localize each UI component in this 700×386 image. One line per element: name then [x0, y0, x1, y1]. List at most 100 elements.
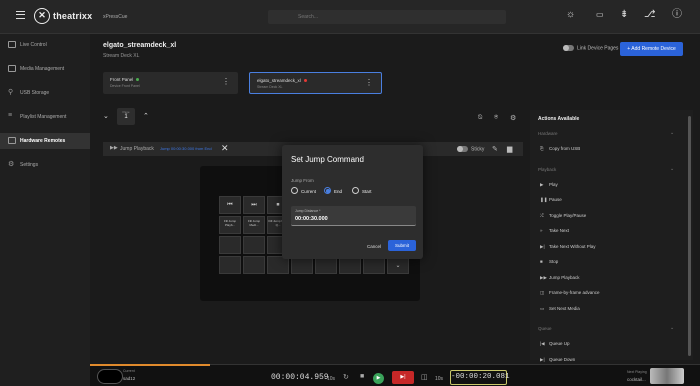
- sidebar-item-label: Media Management: [20, 66, 65, 72]
- link-off-icon[interactable]: ⍉: [478, 114, 482, 122]
- radio-label: End: [334, 188, 343, 194]
- radio-end[interactable]: [324, 187, 331, 194]
- take-next-button[interactable]: ▶|: [392, 371, 414, 384]
- step-back-10s-button[interactable]: 10s: [327, 376, 335, 382]
- stream-deck-key[interactable]: [243, 236, 265, 254]
- remote-icon: [8, 137, 16, 144]
- action-item[interactable]: ■ Stop: [540, 259, 558, 264]
- radio-start[interactable]: [352, 187, 359, 194]
- action-label: Pause: [549, 197, 562, 202]
- stream-deck-key[interactable]: Fill Jump Medi...: [243, 216, 265, 234]
- close-icon[interactable]: ✕: [221, 143, 229, 154]
- action-item[interactable]: ▶ Play: [540, 182, 558, 188]
- sidebar-item-hardware-remotes[interactable]: Hardware Remotes: [0, 133, 90, 149]
- link-icon[interactable]: ⍟: [494, 114, 498, 122]
- cancel-button[interactable]: Cancel: [362, 241, 387, 252]
- action-label: Take Next Without Play: [549, 243, 596, 249]
- actions-panel-title: Actions Available: [538, 116, 580, 122]
- link-device-pages-toggle[interactable]: Link Device Pages: [563, 45, 618, 51]
- category-queue[interactable]: Queue: [538, 326, 552, 331]
- page-selector[interactable]: Page 1: [117, 108, 135, 125]
- stop-icon[interactable]: ■: [360, 373, 364, 380]
- page-down-chevron-icon[interactable]: ⌄: [103, 112, 109, 120]
- hamburger-menu-icon[interactable]: [16, 11, 25, 19]
- action-item[interactable]: ▶▶ Jump Playback: [540, 275, 580, 281]
- key-icon: ⏭: [251, 202, 257, 208]
- edit-icon[interactable]: ✎: [492, 145, 498, 153]
- action-label: Play: [549, 181, 558, 187]
- link-pages-label: Link Device Pages: [577, 45, 619, 52]
- stream-deck-key[interactable]: [219, 256, 241, 274]
- sidebar-item-playlist-management[interactable]: ≡ Playlist Management: [0, 109, 90, 125]
- panel-card-streamdeck[interactable]: elgato_streamdeck_xl Stream Deck XL ⋮: [249, 72, 382, 94]
- stream-deck-key[interactable]: [243, 256, 265, 274]
- dialog-title: Set Jump Command: [291, 155, 364, 164]
- frame-advance-icon[interactable]: ◫: [421, 373, 428, 381]
- monitor-icon: [8, 41, 16, 48]
- chevron-down-icon: ⌄: [395, 263, 401, 269]
- action-item[interactable]: ▶| Take Next Without Play: [540, 244, 596, 250]
- stream-deck-key[interactable]: [219, 236, 241, 254]
- current-cue-name: sad12: [123, 376, 136, 381]
- replay-icon[interactable]: ↻: [343, 373, 349, 381]
- stream-deck-key[interactable]: ⏮: [219, 196, 241, 214]
- action-item[interactable]: ◫ Frame-by-frame advance: [540, 290, 600, 296]
- toggle-switch[interactable]: [457, 146, 468, 152]
- chevron-down-icon[interactable]: ⌄: [670, 166, 674, 172]
- sticky-toggle[interactable]: Sticky: [457, 146, 484, 152]
- add-remote-device-button[interactable]: + Add Remote Device: [620, 42, 683, 56]
- chevron-down-icon[interactable]: ⌄: [670, 130, 674, 136]
- action-icon: ▭: [540, 305, 545, 311]
- info-icon[interactable]: ⓘ: [672, 9, 682, 21]
- action-item[interactable]: |◀ Queue Up: [540, 341, 570, 347]
- brightness-icon[interactable]: ☼: [566, 9, 575, 21]
- action-item[interactable]: ❚❚Pause: [540, 197, 562, 203]
- action-detail-link[interactable]: Jump 00:00:30.000 from End: [160, 146, 212, 151]
- stream-deck-key[interactable]: Fill Jump Playb...: [219, 216, 241, 234]
- action-icon: ▶|: [540, 243, 545, 249]
- field-label: Jump Distance *: [295, 209, 321, 213]
- sidebar-item-usb-storage[interactable]: ⚲ USB Storage: [0, 85, 90, 101]
- logo-text: theatrixx: [53, 11, 93, 21]
- radio-current[interactable]: [291, 187, 298, 194]
- chat-icon[interactable]: ▭: [596, 9, 604, 21]
- scrollbar[interactable]: [688, 116, 691, 356]
- sidebar-item-settings[interactable]: ⚙ Settings: [0, 157, 90, 173]
- jump-from-radio-group: Current End Start: [291, 187, 416, 195]
- more-options-icon[interactable]: ⋮: [365, 79, 373, 87]
- action-label: Jump Playback: [549, 274, 580, 280]
- category-playback[interactable]: Playback: [538, 167, 556, 172]
- submit-button[interactable]: Submit: [388, 240, 416, 251]
- action-item[interactable]: ▶| Queue Down: [540, 357, 575, 363]
- action-icon: ■: [540, 259, 543, 264]
- action-icon: |◀: [540, 341, 545, 346]
- jump-distance-field[interactable]: Jump Distance * 00:00:30.000: [291, 206, 416, 226]
- more-options-icon[interactable]: ⋮: [222, 78, 230, 86]
- category-hardware[interactable]: Hardware: [538, 131, 558, 136]
- stream-deck-key[interactable]: ⏭: [243, 196, 265, 214]
- gear-icon[interactable]: ⚙: [510, 114, 516, 122]
- action-item[interactable]: ▭ Set Next Media: [540, 306, 580, 312]
- step-forward-10s-button[interactable]: 10s: [435, 376, 443, 382]
- key-icon: ⏮: [227, 202, 233, 208]
- sidebar-item-media-management[interactable]: Media Management: [0, 61, 90, 77]
- delete-icon[interactable]: ▆: [507, 145, 512, 153]
- status-dot-red: [303, 79, 307, 82]
- sticky-label: Sticky: [471, 146, 485, 153]
- action-item[interactable]: » Take Next: [540, 228, 569, 233]
- panel-card-front-panel[interactable]: Front Panel Device Front Panel ⋮: [103, 72, 238, 94]
- chevron-down-icon[interactable]: ⌄: [670, 325, 674, 331]
- sidebar-item-live-control[interactable]: Live Control: [0, 37, 90, 53]
- toggle-switch[interactable]: [563, 45, 574, 51]
- action-icon: ⤮: [540, 212, 544, 218]
- action-icon: »: [540, 228, 543, 233]
- search-input[interactable]: Search...: [268, 10, 506, 24]
- sidebar-item-label: Settings: [20, 162, 39, 168]
- action-item[interactable]: ⎘ Copy from USB: [540, 146, 580, 151]
- action-label: Take Next: [549, 228, 570, 233]
- action-item[interactable]: ⤮ Toggle Play/Pause: [540, 213, 586, 218]
- page-up-chevron-icon[interactable]: ⌃: [143, 112, 149, 120]
- usb-icon[interactable]: ⎇: [644, 9, 656, 21]
- play-button[interactable]: ▶: [373, 373, 384, 384]
- download-icon[interactable]: ⇟: [620, 9, 628, 21]
